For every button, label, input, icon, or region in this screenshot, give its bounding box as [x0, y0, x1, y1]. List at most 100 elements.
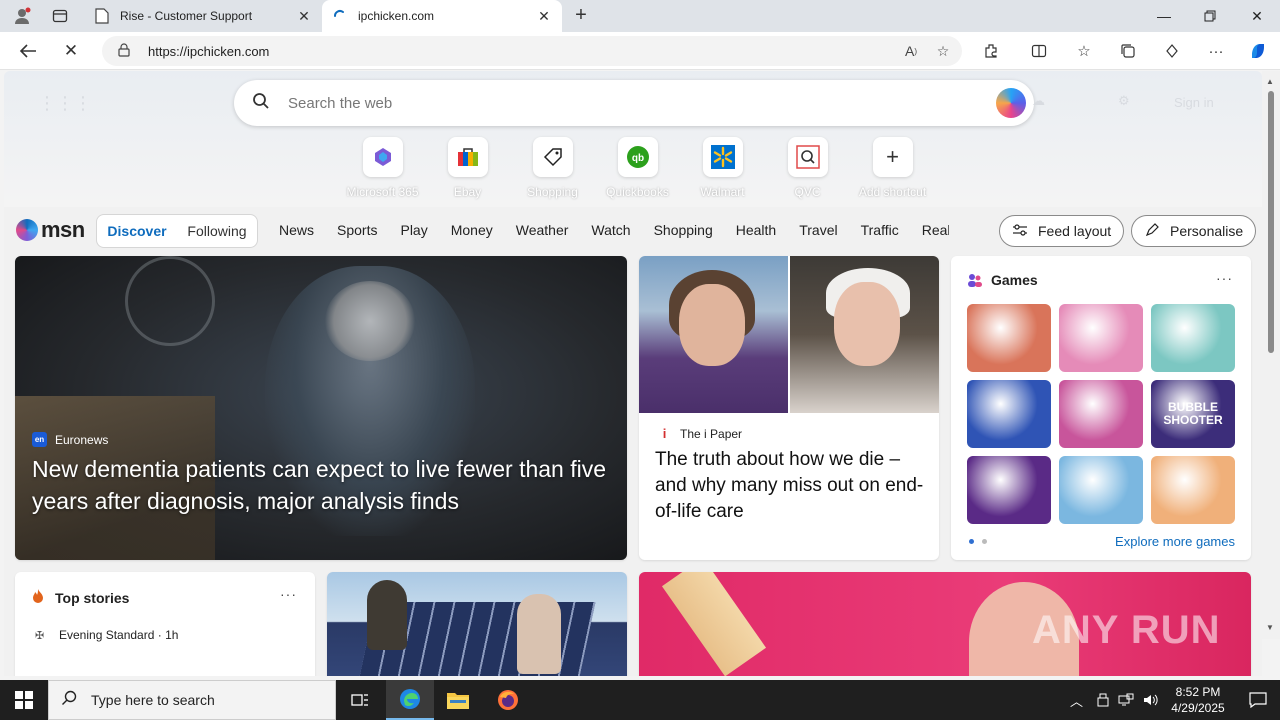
- lock-icon[interactable]: [118, 42, 134, 60]
- nav-news[interactable]: News: [279, 222, 314, 242]
- more-options-icon[interactable]: ···: [280, 586, 297, 602]
- read-aloud-icon[interactable]: A): [898, 38, 924, 64]
- task-view-button[interactable]: [336, 680, 384, 720]
- taskbar-search-box[interactable]: Type here to search: [48, 680, 336, 720]
- discover-tab[interactable]: Discover: [97, 223, 177, 239]
- nav-play[interactable]: Play: [400, 222, 427, 242]
- article-headline[interactable]: The truth about how we die – and why man…: [655, 447, 930, 525]
- shortcut-shopping[interactable]: Shopping: [510, 137, 595, 199]
- game-tile[interactable]: [967, 304, 1051, 372]
- more-options-icon[interactable]: ···: [1216, 270, 1233, 286]
- back-button[interactable]: [15, 38, 41, 64]
- stop-loading-button[interactable]: ✕: [58, 38, 84, 64]
- plus-icon: +: [872, 137, 913, 177]
- shortcut-qvc[interactable]: QVC: [765, 137, 850, 199]
- clock-date: 4/29/2025: [1171, 701, 1225, 715]
- game-tile[interactable]: [967, 456, 1051, 524]
- euronews-logo-icon: en: [32, 432, 47, 447]
- url-box[interactable]: https://ipchicken.com A) ☆: [102, 36, 962, 66]
- nav-weather[interactable]: Weather: [516, 222, 569, 242]
- tab-actions-icon[interactable]: [48, 4, 72, 28]
- game-tile[interactable]: [1151, 304, 1235, 372]
- restore-button[interactable]: [1187, 0, 1233, 32]
- carousel-dot[interactable]: [969, 539, 974, 544]
- scroll-down-arrow-icon[interactable]: ▼: [1266, 623, 1274, 632]
- notifications-icon[interactable]: [1236, 680, 1280, 720]
- scroll-up-arrow-icon[interactable]: ▲: [1266, 77, 1274, 86]
- weather-icon[interactable]: ☁: [1032, 93, 1045, 109]
- sparkle-pen-icon: [1144, 222, 1160, 241]
- volume-icon[interactable]: [1142, 680, 1158, 720]
- shortcut-microsoft-365[interactable]: Microsoft 365: [340, 137, 425, 199]
- game-tile[interactable]: [1059, 304, 1143, 372]
- extensions-icon[interactable]: [978, 38, 1004, 64]
- shortcut-ebay[interactable]: Ebay: [425, 137, 510, 199]
- favorite-star-icon[interactable]: ☆: [930, 38, 956, 64]
- close-tab-icon[interactable]: ✕: [536, 8, 552, 25]
- shortcut-quickbooks[interactable]: qb Quickbooks: [595, 137, 680, 199]
- anyrun-watermark: ANY RUN: [1032, 608, 1221, 652]
- tab-rise-customer-support[interactable]: Rise - Customer Support ✕: [84, 0, 322, 32]
- carousel-dot[interactable]: [982, 539, 987, 544]
- nav-travel[interactable]: Travel: [799, 222, 837, 242]
- sign-in-link[interactable]: Sign in: [1174, 95, 1214, 110]
- tab-ipchicken[interactable]: ipchicken.com ✕: [322, 0, 562, 32]
- firefox-taskbar-button[interactable]: [484, 680, 532, 720]
- shortcut-walmart[interactable]: Walmart: [680, 137, 765, 199]
- tab-bar: Rise - Customer Support ✕ ipchicken.com …: [0, 0, 1280, 32]
- new-tab-button[interactable]: +: [570, 4, 592, 26]
- start-button[interactable]: [0, 680, 48, 720]
- feed-toggle: Discover Following: [96, 214, 258, 248]
- story-source[interactable]: ✠ Evening Standard · 1h: [35, 628, 178, 642]
- close-window-button[interactable]: ✕: [1234, 0, 1280, 32]
- close-tab-icon[interactable]: ✕: [296, 8, 312, 25]
- nav-real-estate[interactable]: Real E: [922, 222, 949, 242]
- show-hidden-icons-icon[interactable]: ︿: [1070, 680, 1083, 720]
- minimize-button[interactable]: —: [1141, 0, 1187, 32]
- fire-icon: [31, 588, 47, 607]
- nav-health[interactable]: Health: [736, 222, 776, 242]
- nav-shopping[interactable]: Shopping: [654, 222, 713, 242]
- taskbar-search-placeholder: Type here to search: [91, 692, 215, 708]
- games-people-icon: [967, 272, 983, 288]
- network-icon[interactable]: [1118, 680, 1134, 720]
- browser-essentials-icon[interactable]: [1159, 38, 1185, 64]
- more-menu-icon[interactable]: ···: [1203, 38, 1229, 64]
- feed-layout-button[interactable]: Feed layout: [999, 215, 1125, 247]
- nav-money[interactable]: Money: [451, 222, 493, 242]
- msn-logo[interactable]: msn: [16, 217, 85, 243]
- copilot-icon[interactable]: [1245, 38, 1271, 64]
- split-screen-icon[interactable]: [1026, 38, 1052, 64]
- scroll-thumb[interactable]: [1268, 91, 1274, 353]
- edge-taskbar-button[interactable]: [386, 680, 434, 720]
- favorites-icon[interactable]: ☆: [1071, 38, 1097, 64]
- shortcut-add[interactable]: + Add shortcut: [850, 137, 935, 199]
- following-tab[interactable]: Following: [177, 223, 257, 239]
- url-text[interactable]: https://ipchicken.com: [148, 44, 898, 59]
- nav-sports[interactable]: Sports: [337, 222, 377, 242]
- settings-gear-icon[interactable]: ⚙: [1118, 93, 1130, 109]
- system-clock[interactable]: 8:52 PM 4/29/2025: [1162, 684, 1234, 716]
- usb-device-icon[interactable]: [1096, 680, 1110, 720]
- file-explorer-button[interactable]: [434, 680, 482, 720]
- personalise-button[interactable]: Personalise: [1131, 215, 1257, 247]
- web-search-input[interactable]: [288, 94, 996, 112]
- copilot-search-icon[interactable]: [996, 88, 1026, 118]
- nav-traffic[interactable]: Traffic: [861, 222, 899, 242]
- explore-more-games-link[interactable]: Explore more games: [1115, 534, 1235, 549]
- game-tile[interactable]: [1059, 380, 1143, 448]
- vertical-scrollbar[interactable]: ▲ ▼: [1262, 71, 1280, 639]
- collections-icon[interactable]: [1115, 38, 1141, 64]
- apps-launcher-icon[interactable]: ⋮⋮⋮: [38, 93, 92, 113]
- nav-watch[interactable]: Watch: [591, 222, 630, 242]
- game-tile[interactable]: BUBBLE SHOOTER: [1151, 380, 1235, 448]
- web-search-box[interactable]: [234, 80, 1034, 126]
- game-tile[interactable]: [967, 380, 1051, 448]
- profile-icon[interactable]: [10, 4, 34, 28]
- ipaper-article-card[interactable]: i The i Paper The truth about how we die…: [639, 256, 939, 560]
- hero-article-card[interactable]: en Euronews New dementia patients can ex…: [15, 256, 627, 560]
- game-tile[interactable]: [1059, 456, 1143, 524]
- article-headline[interactable]: New dementia patients can expect to live…: [32, 453, 622, 517]
- game-tile[interactable]: [1151, 456, 1235, 524]
- solar-article-card[interactable]: [327, 572, 627, 676]
